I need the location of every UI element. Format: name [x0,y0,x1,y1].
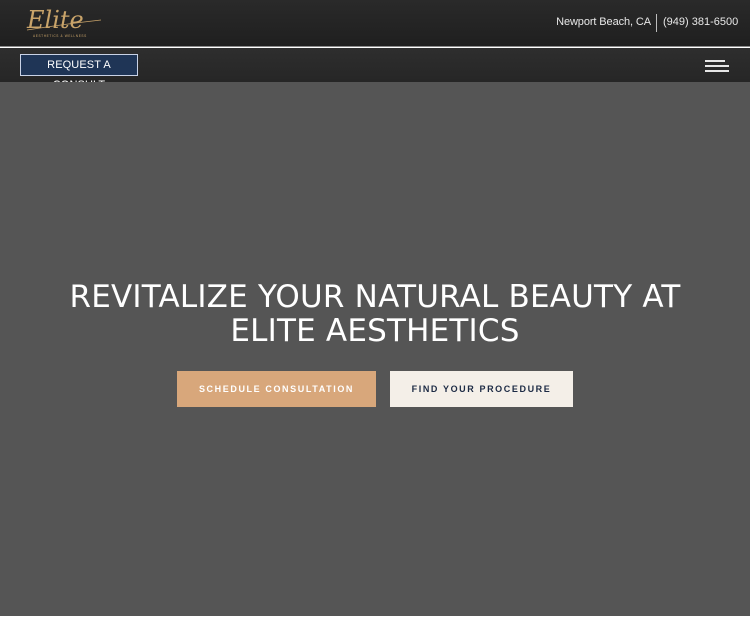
svg-text:Elite: Elite [26,6,84,34]
header-divider [656,14,657,32]
hero-title-line-2: ELITE AESTHETICS [230,313,520,349]
phone-link[interactable]: (949) 381-6500 [663,16,738,28]
location-text: Newport Beach, CA [556,16,651,28]
schedule-consultation-button[interactable]: SCHEDULE CONSULTATION [177,371,376,407]
svg-text:AESTHETICS & WELLNESS: AESTHETICS & WELLNESS [33,34,87,38]
request-consult-button[interactable]: REQUEST A CONSULT [20,54,138,91]
hamburger-menu-icon[interactable] [705,58,731,74]
hero-title-line-1: REVITALIZE YOUR NATURAL BEAUTY AT [69,279,681,315]
elite-logo[interactable]: Elite AESTHETICS & WELLNESS [25,6,103,40]
page-bottom-strip [0,616,750,628]
find-procedure-button[interactable]: FIND YOUR PROCEDURE [390,371,573,407]
top-header: Elite AESTHETICS & WELLNESS Newport Beac… [0,0,750,47]
hero-title: REVITALIZE YOUR NATURAL BEAUTY AT ELITE … [0,280,750,348]
nav-bar: REQUEST A CONSULT [0,48,750,91]
hero-section: REVITALIZE YOUR NATURAL BEAUTY AT ELITE … [0,82,750,616]
